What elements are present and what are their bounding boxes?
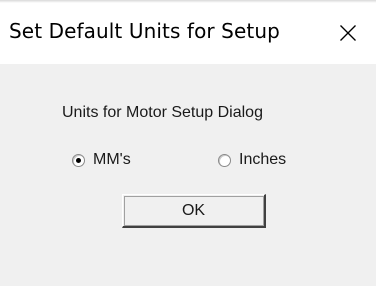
radio-selected-dot: [76, 157, 81, 163]
radio-inches[interactable]: Inches: [218, 150, 286, 170]
dialog-window: Set Default Units for Setup Units for Mo…: [0, 0, 376, 286]
close-button[interactable]: [330, 16, 366, 50]
window-title: Set Default Units for Setup: [9, 19, 280, 43]
radio-inches-indicator: [218, 153, 231, 167]
radio-mm-label: MM's: [93, 151, 131, 168]
title-bar-edge: [0, 0, 376, 3]
radio-mm-indicator: [72, 153, 85, 167]
dialog-body: Units for Motor Setup Dialog MM's Inches…: [0, 64, 376, 286]
title-bar: Set Default Units for Setup: [0, 0, 376, 64]
radio-mm[interactable]: MM's: [72, 150, 131, 170]
units-prompt-label: Units for Motor Setup Dialog: [62, 104, 263, 121]
close-icon: [340, 25, 356, 41]
radio-inches-label: Inches: [239, 151, 287, 168]
ok-button[interactable]: OK: [122, 194, 266, 228]
